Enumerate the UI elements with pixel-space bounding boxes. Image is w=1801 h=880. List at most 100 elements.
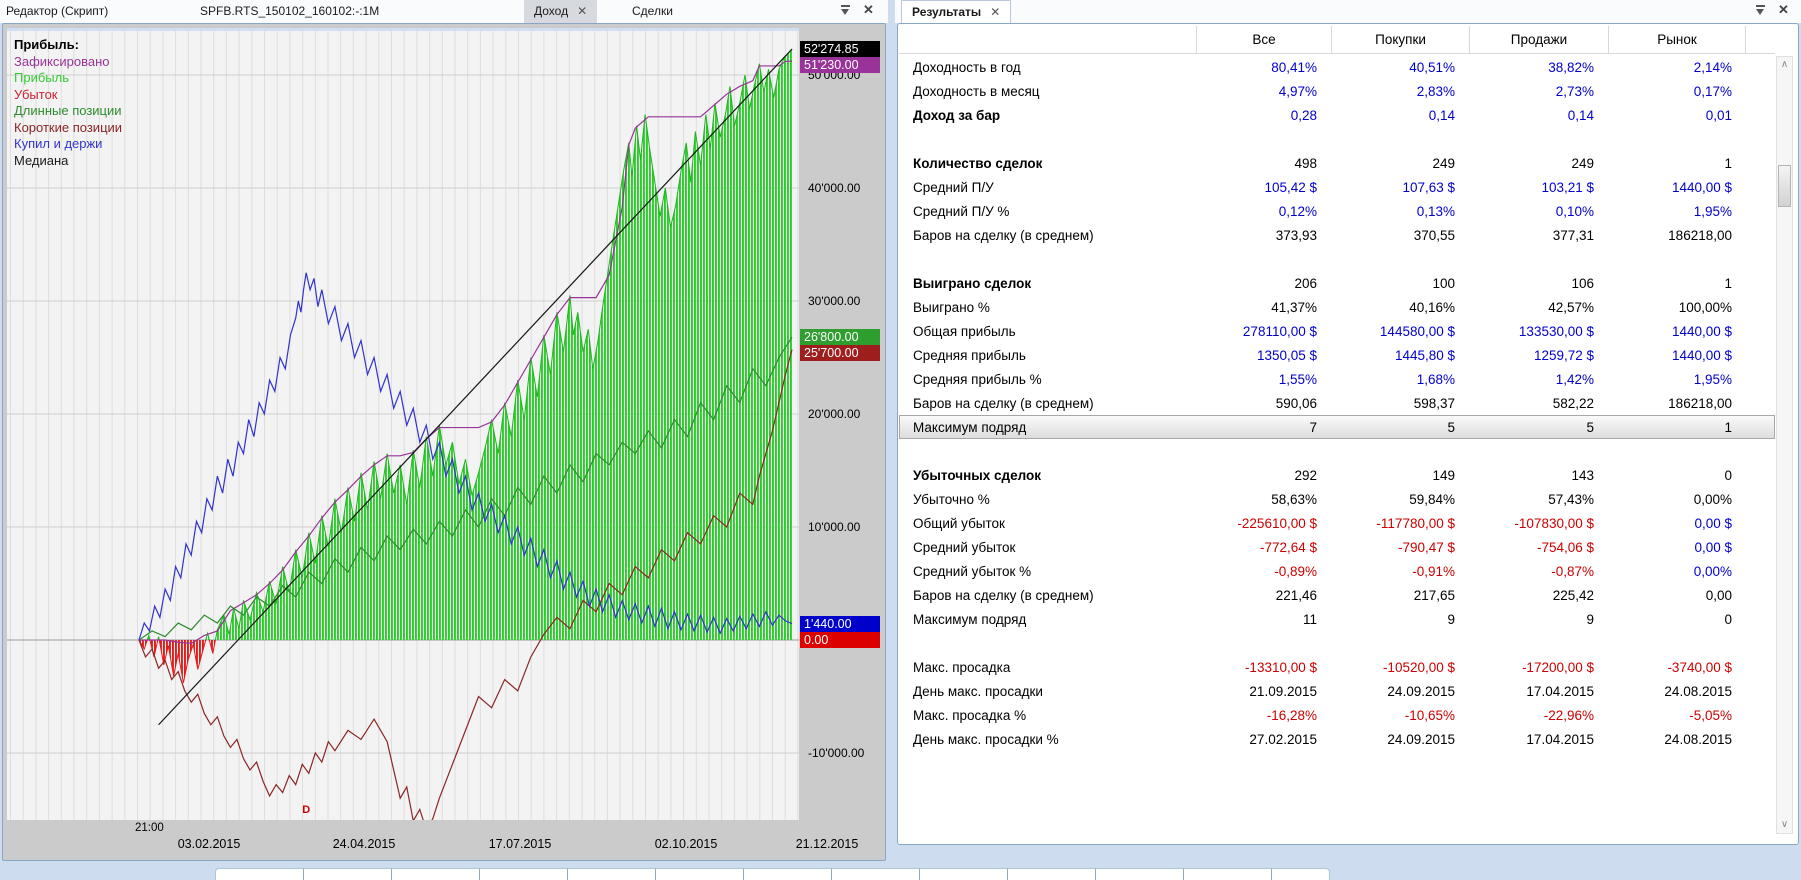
- close-icon[interactable]: ✕: [1778, 3, 1789, 16]
- row-value: 4,97%: [1278, 83, 1317, 99]
- table-row[interactable]: Максимум подряд 11 9 9 0: [899, 607, 1775, 631]
- table-row[interactable]: Доходность в месяц 4,97% 2,83% 2,73% 0,17%: [899, 79, 1775, 103]
- bottom-splitter[interactable]: [215, 868, 1330, 880]
- row-value: 249: [1571, 155, 1594, 171]
- header-all[interactable]: Все: [1196, 26, 1331, 53]
- y-axis-tick: 30'000.00: [808, 294, 861, 308]
- chart-plot-area[interactable]: D Прибыль: Зафиксировано Прибыль Убыток Дли…: [7, 28, 799, 820]
- row-value: 186218,00: [1668, 395, 1732, 411]
- table-row[interactable]: Убыточно % 58,63% 59,84% 57,43% 0,00%: [899, 487, 1775, 511]
- row-value: 598,37: [1413, 395, 1455, 411]
- close-icon[interactable]: ✕: [577, 0, 587, 23]
- row-value: 2,83%: [1416, 83, 1455, 99]
- scrollbar-thumb[interactable]: [1778, 165, 1791, 207]
- row-value: -107830,00 $: [1514, 515, 1594, 531]
- table-spacer: [899, 631, 1775, 655]
- row-label: Средний убыток: [913, 539, 1016, 555]
- row-value: 21.09.2015: [1249, 683, 1317, 699]
- row-value: 100: [1432, 275, 1455, 291]
- row-label: Выиграно сделок: [913, 275, 1032, 291]
- window-position-icon[interactable]: [840, 4, 852, 16]
- row-value: 1: [1724, 275, 1732, 291]
- close-icon[interactable]: ✕: [990, 1, 1000, 24]
- price-label: 0.00: [800, 632, 880, 648]
- table-row[interactable]: Количество сделок 498 249 249 1: [899, 151, 1775, 175]
- row-value: 0,01: [1705, 107, 1732, 123]
- header-market[interactable]: Рынок: [1608, 26, 1746, 53]
- row-value: 57,43%: [1548, 491, 1594, 507]
- table-row[interactable]: Средний убыток -772,64 $ -790,47 $ -754,06 …: [899, 535, 1775, 559]
- row-value: -0,89%: [1274, 563, 1317, 579]
- table-row[interactable]: День макс. просадки 21.09.2015 24.09.2015 1…: [899, 679, 1775, 703]
- table-row[interactable]: День макс. просадки % 27.02.2015 24.09.201…: [899, 727, 1775, 751]
- table-row[interactable]: Средний П/У % 0,12% 0,13% 0,10% 1,95%: [899, 199, 1775, 223]
- row-value: -10,65%: [1404, 707, 1455, 723]
- table-row[interactable]: Баров на сделку (в среднем) 590,06 598,37 5…: [899, 391, 1775, 415]
- row-value: 377,31: [1552, 227, 1594, 243]
- tab-results[interactable]: Результаты ✕: [901, 0, 1012, 24]
- table-row[interactable]: Средняя прибыль 1350,05 $ 1445,80 $ 1259,72…: [899, 343, 1775, 367]
- row-value: 41,37%: [1271, 299, 1317, 315]
- table-row[interactable]: Доходность в год 80,41% 40,51% 38,82% 2,14%: [899, 55, 1775, 79]
- scroll-up-icon[interactable]: ∧: [1777, 57, 1792, 73]
- x-axis-date: 03.02.2015: [177, 837, 241, 851]
- row-value: 0,00%: [1693, 563, 1732, 579]
- row-value: -16,28%: [1266, 707, 1317, 723]
- row-value: 221,46: [1275, 587, 1317, 603]
- table-row[interactable]: Общая прибыль 278110,00 $ 144580,00 $ 13353…: [899, 319, 1775, 343]
- table-row[interactable]: Максимум подряд 7 5 5 1: [899, 415, 1775, 439]
- header-sells[interactable]: Продажи: [1469, 26, 1608, 53]
- row-value: 0: [1724, 467, 1732, 483]
- table-row[interactable]: Баров на сделку (в среднем) 373,93 370,55 3…: [899, 223, 1775, 247]
- row-value: 80,41%: [1271, 59, 1317, 75]
- y-axis-tick: 10'000.00: [808, 520, 861, 534]
- table-row[interactable]: Средняя прибыль % 1,55% 1,68% 1,42% 1,95%: [899, 367, 1775, 391]
- legend-title: Прибыль:: [14, 37, 79, 52]
- scroll-down-icon[interactable]: ∨: [1777, 817, 1792, 833]
- results-table-header: Все Покупки Продажи Рынок: [899, 26, 1775, 54]
- row-value: 278110,00 $: [1242, 323, 1317, 339]
- table-row[interactable]: Баров на сделку (в среднем) 221,46 217,65 2…: [899, 583, 1775, 607]
- profit-chart[interactable]: D: [7, 28, 799, 820]
- x-axis-date: 21.12.2015: [795, 837, 859, 851]
- table-row[interactable]: Средний убыток % -0,89% -0,91% -0,87% 0,00%: [899, 559, 1775, 583]
- row-value: 1440,00 $: [1671, 347, 1732, 363]
- row-value: -225610,00 $: [1237, 515, 1317, 531]
- tab-editor-script[interactable]: Редактор (Скрипт): [6, 0, 108, 23]
- row-value: 144580,00 $: [1379, 323, 1455, 339]
- row-label: Убыточно %: [913, 491, 990, 507]
- table-row[interactable]: Убыточных сделок 292 149 143 0: [899, 463, 1775, 487]
- results-scrollbar[interactable]: ∧ ∨: [1776, 56, 1793, 834]
- row-label: День макс. просадки %: [913, 731, 1059, 747]
- table-row[interactable]: Макс. просадка % -16,28% -10,65% -22,96% -5,…: [899, 703, 1775, 727]
- row-value: 24.08.2015: [1664, 683, 1732, 699]
- time-axis[interactable]: 21:00 03.02.2015 24.04.2015 17.07.2015 02.1…: [7, 820, 885, 858]
- table-row[interactable]: Доход за бар 0,28 0,14 0,14 0,01: [899, 103, 1775, 127]
- header-buys[interactable]: Покупки: [1331, 26, 1469, 53]
- row-value: 186218,00: [1668, 227, 1732, 243]
- table-row[interactable]: Общий убыток -225610,00 $ -117780,00 $ -107…: [899, 511, 1775, 535]
- row-value: -754,06 $: [1536, 539, 1594, 555]
- table-row[interactable]: Выиграно сделок 206 100 106 1: [899, 271, 1775, 295]
- tab-income[interactable]: Доход ✕: [524, 0, 598, 23]
- row-label: Количество сделок: [913, 155, 1043, 171]
- table-row[interactable]: Макс. просадка -13310,00 $ -10520,00 $ -172…: [899, 655, 1775, 679]
- x-axis-date: 02.10.2015: [654, 837, 718, 851]
- row-value: 0,12%: [1278, 203, 1317, 219]
- window-position-icon[interactable]: [1755, 4, 1767, 16]
- tab-trades[interactable]: Сделки: [632, 0, 673, 23]
- price-label: 1'440.00: [800, 615, 880, 632]
- table-row[interactable]: Выиграно % 41,37% 40,16% 42,57% 100,00%: [899, 295, 1775, 319]
- row-label: Максимум подряд: [913, 611, 1027, 627]
- price-label: 26'800.00: [800, 329, 880, 346]
- close-icon[interactable]: ✕: [863, 3, 874, 16]
- legend-item: Купил и держи: [14, 136, 103, 151]
- price-axis[interactable]: 50'000.00 40'000.00 30'000.00 20'000.00 10'0…: [799, 28, 883, 820]
- table-row[interactable]: Средний П/У 105,42 $ 107,63 $ 103,21 $ 1440,…: [899, 175, 1775, 199]
- row-value: 59,84%: [1409, 491, 1455, 507]
- price-label: 51'230.00: [800, 57, 880, 74]
- tab-symbol[interactable]: SPFB.RTS_150102_160102:-:1M: [200, 0, 379, 23]
- row-label: Выиграно %: [913, 299, 990, 315]
- document-tabbar: Редактор (Скрипт) SPFB.RTS_150102_160102…: [0, 0, 888, 23]
- price-label: 25'700.00: [800, 345, 880, 362]
